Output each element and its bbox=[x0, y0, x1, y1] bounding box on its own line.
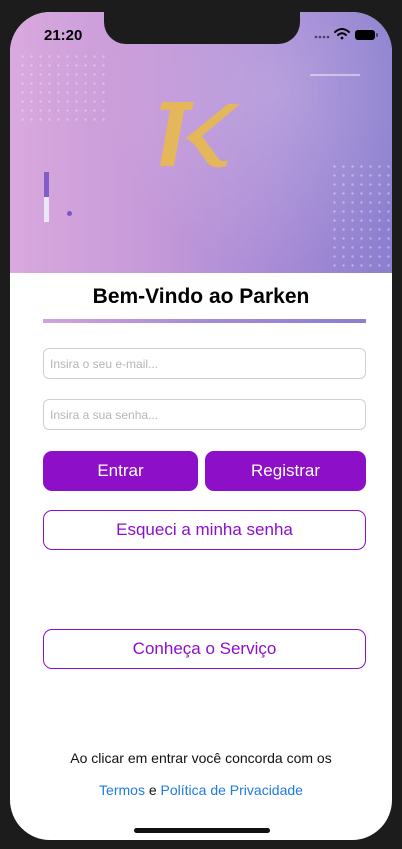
register-button[interactable]: Registrar bbox=[205, 451, 366, 491]
legal-links: Termos e Política de Privacidade bbox=[10, 782, 392, 798]
agreement-text: Ao clicar em entrar você concorda com os bbox=[70, 750, 332, 766]
dot-pattern bbox=[18, 52, 108, 122]
terms-link[interactable]: Termos bbox=[99, 782, 145, 798]
device-notch bbox=[104, 12, 300, 44]
forgot-password-button[interactable]: Esqueci a minha senha bbox=[43, 510, 366, 550]
dot-pattern bbox=[330, 162, 390, 267]
parken-k-logo-icon bbox=[160, 102, 240, 168]
signal-icon bbox=[314, 35, 330, 39]
privacy-policy-link[interactable]: Política de Privacidade bbox=[161, 782, 303, 798]
conjunction-text: e bbox=[148, 782, 157, 798]
decorative-dot bbox=[67, 211, 72, 216]
hero-banner bbox=[10, 12, 392, 273]
decorative-bar bbox=[44, 197, 49, 222]
app-screen: 21:20 Bem-Vindo ao Parken Entrar Registr… bbox=[10, 12, 392, 840]
decorative-line bbox=[310, 74, 360, 76]
status-time: 21:20 bbox=[44, 27, 83, 44]
enter-button[interactable]: Entrar bbox=[43, 451, 198, 491]
status-icons bbox=[314, 28, 378, 40]
learn-service-button[interactable]: Conheça o Serviço bbox=[43, 629, 366, 669]
battery-icon bbox=[355, 30, 378, 40]
phone-frame: 21:20 Bem-Vindo ao Parken Entrar Registr… bbox=[0, 0, 402, 849]
email-field[interactable] bbox=[43, 348, 366, 379]
wifi-icon bbox=[334, 28, 350, 40]
home-indicator[interactable] bbox=[134, 828, 270, 833]
title-underline bbox=[43, 319, 366, 323]
page-title: Bem-Vindo ao Parken bbox=[92, 285, 310, 308]
password-field[interactable] bbox=[43, 399, 366, 430]
